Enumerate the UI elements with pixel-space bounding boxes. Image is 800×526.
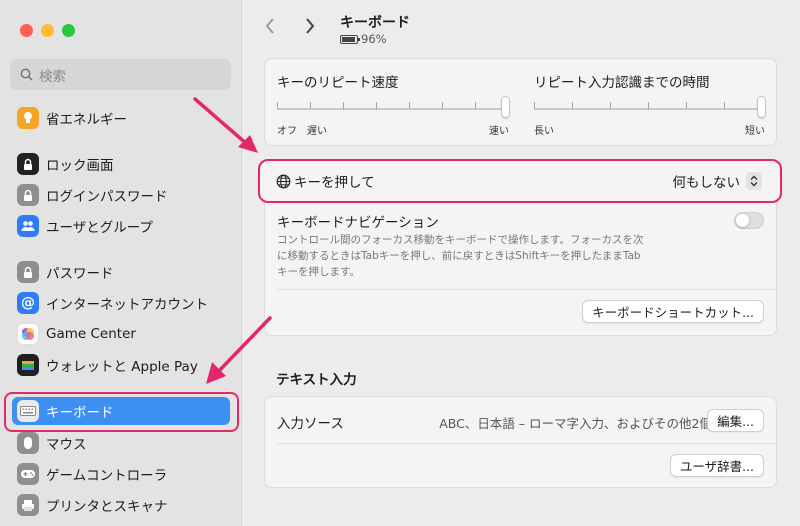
forward-button[interactable]: [304, 16, 316, 41]
chevron-left-icon: [265, 18, 274, 34]
delay-tick: [724, 102, 725, 109]
search-placeholder: 検索: [39, 68, 66, 85]
sidebar-item-label: パスワード: [46, 266, 114, 282]
sidebar-item-label: ゲームコントローラ: [46, 468, 168, 484]
input-source-value: ABC、日本語 – ローマ字入力、およびその他2個: [439, 416, 712, 431]
globe-key-row: キーを押して 何もしない: [258, 159, 782, 203]
battery-icon: [340, 34, 360, 44]
window-controls: [20, 24, 75, 37]
delay-label-long: 長い: [534, 126, 554, 137]
sidebar-item-label: 省エネルギー: [46, 112, 127, 128]
keyboard-navigation-card: キーボードナビゲーション コントロール間のフォーカス移動をキーボードで操作します…: [264, 198, 777, 336]
sidebar-item-mouse[interactable]: マウス: [12, 429, 230, 457]
sidebar-item-keyboard[interactable]: キーボード: [12, 397, 230, 425]
key-repeat-delay-title: リピート入力認識までの時間: [534, 75, 710, 91]
keyboard-navigation-toggle[interactable]: [734, 212, 764, 229]
rate-label-off: オフ: [277, 126, 297, 137]
globe-key-action-select[interactable]: 何もしない: [672, 171, 762, 191]
back-button[interactable]: [264, 16, 276, 41]
sidebar-item-label: ユーザとグループ: [46, 220, 153, 236]
main-pane: キーボード 96% キーのリピート速度 リピート入力認識までの時間 オフ 遅い …: [242, 0, 800, 526]
minimize-window-button[interactable]: [41, 24, 54, 37]
rate-tick: [442, 102, 443, 109]
description-line: に移動するときはTabキーを押し、前に戻すときはShiftキーを押したままTab: [277, 250, 641, 262]
sidebar-item-label: ログインパスワード: [46, 189, 168, 205]
sidebar-item-label: プリンタとスキャナ: [46, 499, 168, 515]
divider: [277, 443, 776, 444]
lock-icon: [17, 184, 39, 206]
description-line: キーを押します。: [277, 266, 360, 278]
keyboard-navigation-title: キーボードナビゲーション: [277, 215, 439, 231]
printer-icon: [17, 494, 39, 516]
search-icon: [20, 68, 33, 81]
sidebar-item-login-password[interactable]: ログインパスワード: [12, 181, 230, 209]
gamepad-icon: [17, 463, 39, 485]
delay-tick: [648, 102, 649, 109]
users-icon: [17, 215, 39, 237]
delay-tick: [572, 102, 573, 109]
globe-key-label: キーを押して: [294, 175, 375, 191]
sidebar-item-printers[interactable]: プリンタとスキャナ: [12, 491, 230, 519]
key-repeat-card: キーのリピート速度 リピート入力認識までの時間 オフ 遅い 速い 長い 短い: [264, 58, 777, 146]
sidebar-item-users[interactable]: ユーザとグループ: [12, 212, 230, 240]
sidebar-item-label: ウォレットと Apple Pay: [46, 359, 198, 375]
divider: [277, 289, 776, 290]
search-input[interactable]: 検索: [10, 59, 231, 90]
delay-slider-track: [534, 108, 764, 110]
keyboard-icon: [17, 400, 39, 422]
rate-tick: [409, 102, 410, 109]
description-line: コントロール間のフォーカス移動をキーボードで操作します。フォーカスを次: [277, 234, 644, 246]
updown-chevron-icon: [746, 172, 762, 190]
zoom-window-button[interactable]: [62, 24, 75, 37]
battery-status: 96%: [340, 32, 387, 46]
keyboard-navigation-description: コントロール間のフォーカス移動をキーボードで操作します。フォーカスを次 に移動す…: [277, 232, 687, 280]
sidebar-item-label: マウス: [46, 437, 87, 453]
globe-icon: [276, 174, 291, 188]
annotation-arrow-icon: [193, 97, 258, 153]
rate-label-fast: 速い: [489, 126, 509, 137]
rate-tick: [376, 102, 377, 109]
lightbulb-icon: [17, 107, 39, 129]
annotation-arrow-icon: [206, 316, 272, 384]
rate-tick: [475, 102, 476, 109]
wallet-icon: [17, 354, 39, 376]
at-icon: @: [17, 292, 39, 314]
sidebar-item-label: Game Center: [46, 326, 136, 342]
rate-label-slow: 遅い: [307, 126, 327, 137]
delay-slider-knob[interactable]: [757, 96, 766, 118]
sidebar-item-label: インターネットアカウント: [46, 297, 208, 313]
chevron-right-icon: [306, 18, 315, 34]
globe-key-label-group: キーを押して: [276, 171, 375, 191]
mouse-icon: [17, 432, 39, 454]
sidebar-item-game-controllers[interactable]: ゲームコントローラ: [12, 460, 230, 488]
rate-tick: [343, 102, 344, 109]
sidebar-item-passwords[interactable]: パスワード: [12, 258, 230, 286]
rate-tick: [277, 102, 278, 109]
delay-tick: [686, 102, 687, 109]
sidebar-item-label: ロック画面: [46, 158, 114, 174]
globe-key-action-value: 何もしない: [672, 175, 741, 191]
sidebar-item-label: キーボード: [46, 405, 114, 421]
game-center-icon: [17, 323, 39, 345]
keyboard-shortcuts-button[interactable]: キーボードショートカット...: [582, 300, 764, 323]
close-window-button[interactable]: [20, 24, 33, 37]
text-input-section-title: テキスト入力: [276, 372, 357, 388]
battery-percent: 96%: [361, 32, 387, 46]
delay-tick: [610, 102, 611, 109]
rate-slider-knob[interactable]: [501, 96, 510, 118]
key-icon: [17, 261, 39, 283]
text-input-card: 入力ソース ABC、日本語 – ローマ字入力、およびその他2個 編集... ユー…: [264, 396, 777, 488]
rate-tick: [310, 102, 311, 109]
edit-input-sources-button[interactable]: 編集...: [707, 409, 764, 432]
lock-screen-icon: [17, 153, 39, 175]
delay-label-short: 短い: [745, 126, 765, 137]
user-dictionary-button[interactable]: ユーザ辞書...: [669, 454, 764, 477]
input-source-label: 入力ソース: [277, 416, 344, 432]
page-title: キーボード: [340, 15, 410, 31]
key-repeat-rate-title: キーのリピート速度: [277, 75, 399, 91]
delay-tick: [534, 102, 535, 109]
sidebar: 検索 省エネルギー ロック画面 ログインパスワード ユーザとグループ パスワード…: [0, 0, 242, 526]
